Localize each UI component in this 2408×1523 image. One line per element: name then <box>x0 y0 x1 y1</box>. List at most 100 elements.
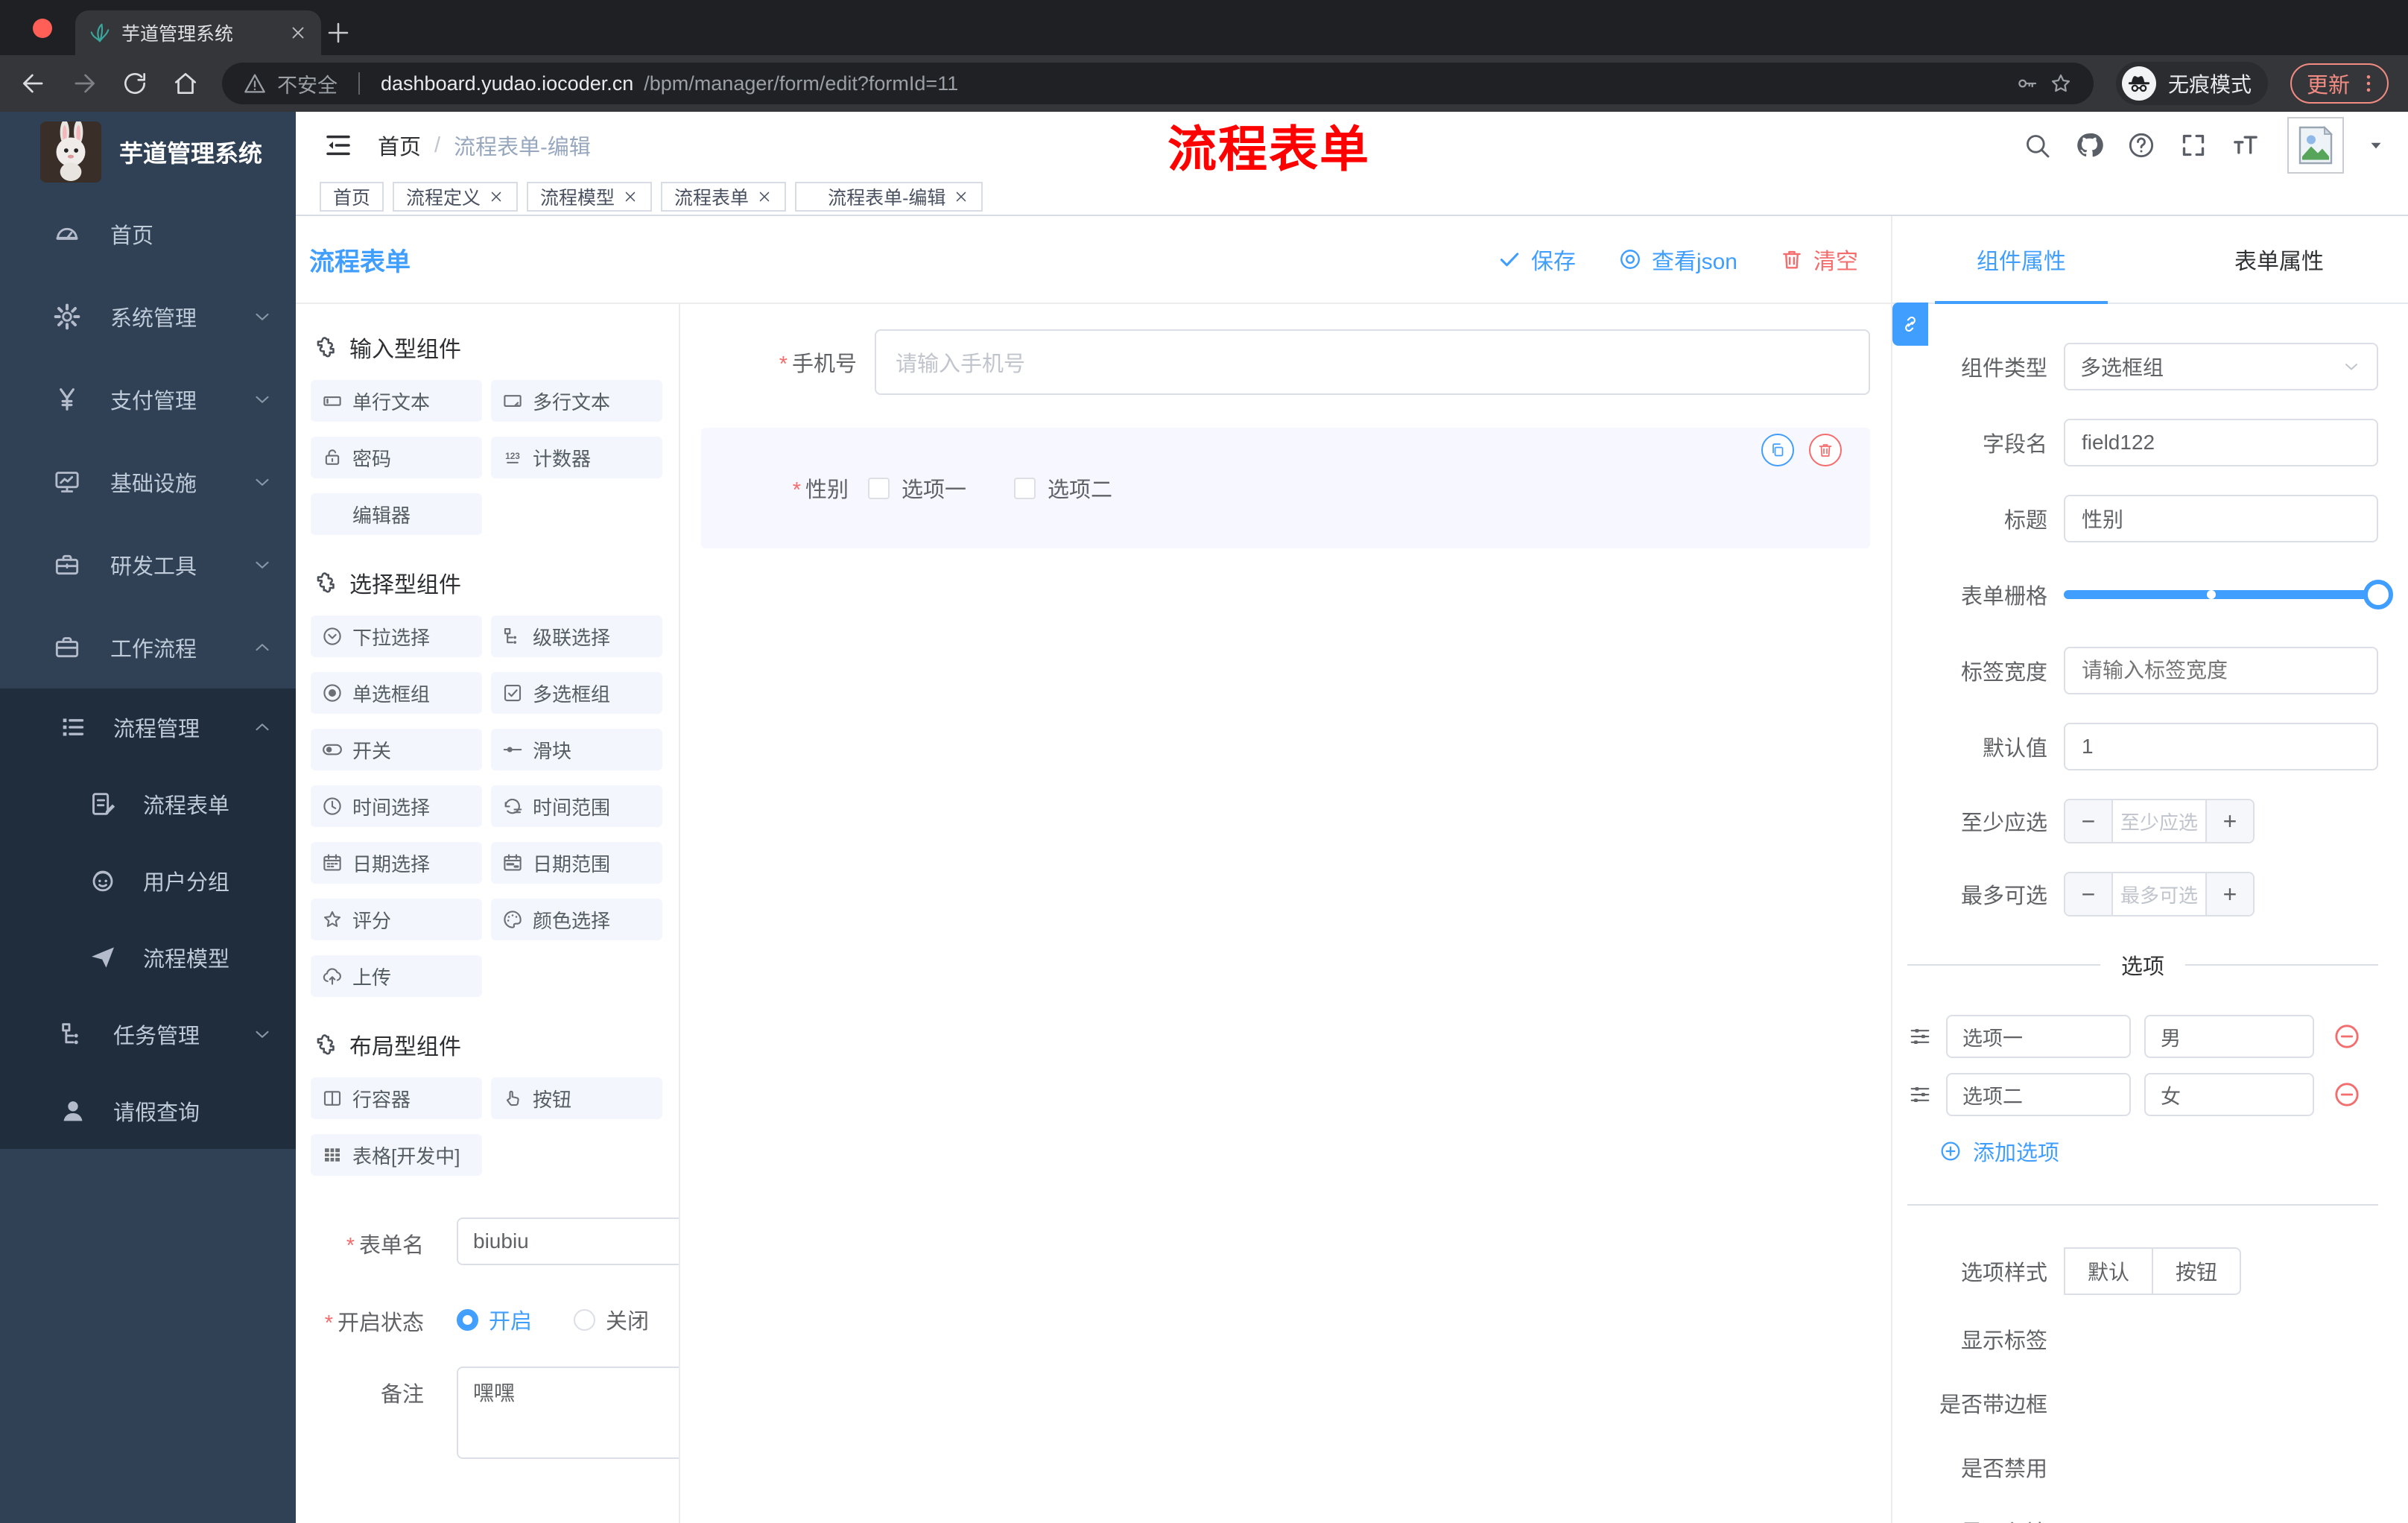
palette-component-chip[interactable]: 密码 <box>311 437 482 478</box>
tab-component-props[interactable]: 组件属性 <box>1892 216 2150 303</box>
help-icon[interactable] <box>2126 130 2156 160</box>
grid-slider[interactable] <box>2064 571 2393 618</box>
canvas-field-gender-selected[interactable]: * 性别 选项一 选项二 <box>701 428 1870 548</box>
view-tag[interactable]: 流程模型 <box>527 182 653 212</box>
view-tag[interactable]: 流程表单 <box>661 182 787 212</box>
palette-component-chip[interactable]: 时间范围 <box>491 785 662 827</box>
bookmark-icon[interactable] <box>2049 72 2073 95</box>
gender-checkbox-option[interactable]: 选项二 <box>1014 472 1112 504</box>
stepper-minus-button[interactable]: − <box>2065 873 2113 915</box>
remove-option-button[interactable] <box>2332 1022 2362 1051</box>
palette-component-chip[interactable]: 日期范围 <box>491 842 662 884</box>
password-manager-icon[interactable] <box>2015 72 2038 95</box>
phone-field-input[interactable]: 请输入手机号 <box>875 329 1870 395</box>
link-button[interactable] <box>1892 303 1928 346</box>
browser-tab[interactable]: 芋道管理系统 <box>75 10 321 55</box>
tag-close-icon[interactable] <box>622 189 639 205</box>
update-browser-button[interactable]: 更新 <box>2290 63 2389 104</box>
status-radio-off[interactable]: 关闭 <box>574 1304 649 1335</box>
drag-handle-icon[interactable] <box>1907 1024 1933 1049</box>
sidebar-item[interactable]: 首页 <box>0 192 296 275</box>
palette-component-chip[interactable]: 下拉选择 <box>311 615 482 657</box>
default-value-input[interactable] <box>2064 723 2378 770</box>
browser-menu-icon[interactable] <box>2357 72 2380 95</box>
font-size-icon[interactable] <box>2231 130 2260 160</box>
view-tag[interactable]: 流程表单-编辑 <box>795 182 983 212</box>
option-style-button[interactable]: 按钮 <box>2153 1247 2242 1295</box>
fullscreen-icon[interactable] <box>2179 130 2208 160</box>
tag-close-icon[interactable] <box>488 189 504 205</box>
sidebar-item[interactable]: 支付管理 <box>0 358 296 440</box>
sidebar-item[interactable]: 基础设施 <box>0 440 296 523</box>
palette-component-chip[interactable]: 编辑器 <box>311 493 482 535</box>
breadcrumb-home[interactable]: 首页 <box>378 130 421 161</box>
component-type-select[interactable]: 多选框组 <box>2064 343 2378 390</box>
palette-component-chip[interactable]: 多行文本 <box>491 380 662 422</box>
remove-option-button[interactable] <box>2332 1080 2362 1109</box>
tab-close-icon[interactable] <box>288 23 308 42</box>
drag-handle-icon[interactable] <box>1907 1082 1933 1107</box>
sidebar-item[interactable]: 系统管理 <box>0 275 296 358</box>
palette-component-chip[interactable]: 多选框组 <box>491 672 662 714</box>
status-radio-on[interactable]: 开启 <box>457 1304 532 1335</box>
title-input[interactable] <box>2064 495 2378 542</box>
number-stepper[interactable]: − 最多可选 + <box>2064 872 2255 916</box>
option-name-input[interactable] <box>1946 1015 2131 1058</box>
clear-button[interactable]: 清空 <box>1779 243 1858 276</box>
duplicate-field-button[interactable] <box>1761 434 1794 466</box>
save-button[interactable]: 保存 <box>1497 243 1576 276</box>
collapse-sidebar-button[interactable] <box>323 130 354 161</box>
option-name-input[interactable] <box>1946 1073 2131 1116</box>
sidebar-subitem[interactable]: 流程管理 <box>0 688 296 765</box>
field-name-input[interactable] <box>2064 419 2378 466</box>
palette-component-chip[interactable]: 123 计数器 <box>491 437 662 478</box>
stepper-minus-button[interactable]: − <box>2065 800 2113 842</box>
forward-button[interactable] <box>70 69 98 98</box>
sidebar-item[interactable]: 工作流程 <box>0 606 296 688</box>
add-option-button[interactable]: 添加选项 <box>1939 1136 2378 1167</box>
close-window-button[interactable] <box>33 19 52 38</box>
stepper-plus-button[interactable]: + <box>2205 800 2253 842</box>
form-remark-textarea[interactable]: 嘿嘿 <box>457 1367 679 1459</box>
palette-component-chip[interactable]: 开关 <box>311 729 482 770</box>
tag-close-icon[interactable] <box>953 189 969 205</box>
slider-handle[interactable] <box>2363 580 2393 609</box>
sidebar-item[interactable]: 研发工具 <box>0 523 296 606</box>
tab-form-props[interactable]: 表单属性 <box>2150 216 2408 303</box>
security-label[interactable]: 不安全 <box>277 69 338 98</box>
option-value-input[interactable] <box>2144 1073 2314 1116</box>
user-avatar[interactable] <box>2287 117 2344 174</box>
form-canvas[interactable]: * 手机号 请输入手机号 * 性别 选项一 选项二 <box>680 304 1891 1523</box>
palette-component-chip[interactable]: 行容器 <box>311 1077 482 1119</box>
address-bar[interactable]: 不安全 dashboard.yudao.iocoder.cn/bpm/manag… <box>222 63 2094 104</box>
tag-close-icon[interactable] <box>756 189 773 205</box>
new-tab-button[interactable] <box>325 19 352 46</box>
palette-component-chip[interactable]: 滑块 <box>491 729 662 770</box>
sidebar-subitem[interactable]: 用户分组 <box>0 842 296 919</box>
palette-component-chip[interactable]: 日期选择 <box>311 842 482 884</box>
form-name-input[interactable] <box>457 1218 679 1265</box>
checkbox-icon[interactable] <box>868 477 890 499</box>
sidebar-subitem[interactable]: 流程模型 <box>0 919 296 995</box>
palette-component-chip[interactable]: 时间选择 <box>311 785 482 827</box>
option-value-input[interactable] <box>2144 1015 2314 1058</box>
home-button[interactable] <box>171 69 200 98</box>
avatar-caret-icon[interactable] <box>2366 136 2386 155</box>
github-icon[interactable] <box>2074 130 2104 160</box>
sidebar-subitem[interactable]: 流程表单 <box>0 765 296 842</box>
palette-component-chip[interactable]: 颜色选择 <box>491 899 662 940</box>
sidebar-subitem[interactable]: 任务管理 <box>0 995 296 1072</box>
gender-checkbox-option[interactable]: 选项一 <box>868 472 966 504</box>
palette-component-chip[interactable]: 评分 <box>311 899 482 940</box>
sidebar-subitem[interactable]: 请假查询 <box>0 1072 296 1149</box>
palette-component-chip[interactable]: 表格[开发中] <box>311 1134 482 1176</box>
back-button[interactable] <box>19 69 48 98</box>
checkbox-icon[interactable] <box>1014 477 1036 499</box>
reload-button[interactable] <box>121 69 149 98</box>
delete-field-button[interactable] <box>1809 434 1842 466</box>
stepper-plus-button[interactable]: + <box>2205 873 2253 915</box>
palette-component-chip[interactable]: 单行文本 <box>311 380 482 422</box>
palette-component-chip[interactable]: 上传 <box>311 955 482 997</box>
label-width-input[interactable] <box>2064 647 2378 694</box>
palette-component-chip[interactable]: 单选框组 <box>311 672 482 714</box>
